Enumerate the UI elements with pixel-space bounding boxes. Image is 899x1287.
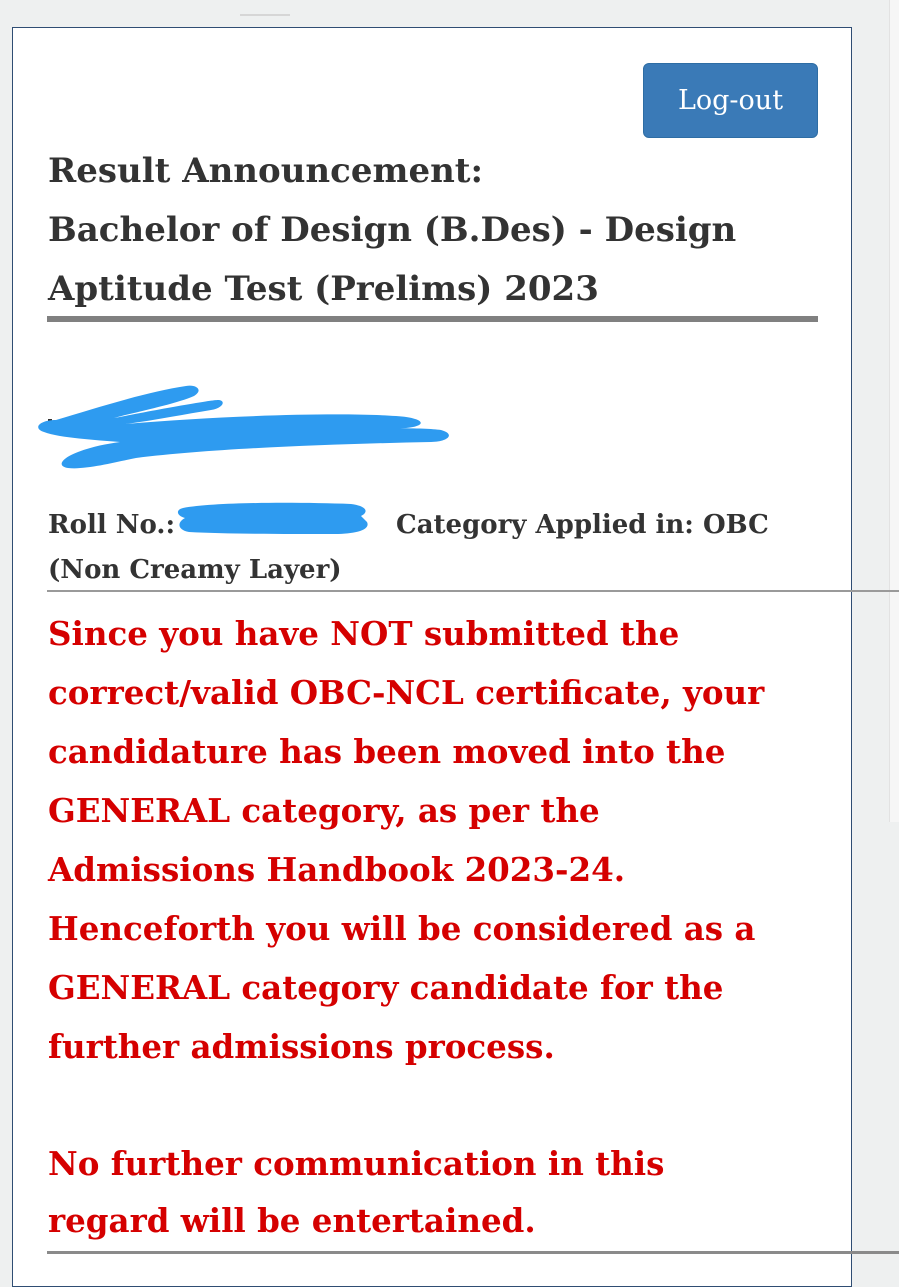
category-change-notice: Since you have NOT submitted the correct…: [48, 604, 848, 1076]
notice-line: Henceforth you will be considered as a: [48, 909, 756, 948]
notice-line: further admissions process.: [48, 1027, 555, 1066]
title-line: Result Announcement:: [48, 151, 484, 191]
info-divider: [47, 590, 899, 592]
roll-number-redaction: [177, 502, 368, 534]
closing-line: No further communication in this: [48, 1144, 665, 1183]
closing-notice: No further communication in this regard …: [48, 1135, 848, 1249]
scrollbar-track[interactable]: [889, 0, 899, 822]
notice-line: Admissions Handbook 2023-24.: [48, 850, 626, 889]
result-title: Result Announcement: Bachelor of Design …: [48, 142, 828, 319]
title-line: Bachelor of Design (B.Des) - Design: [48, 210, 737, 250]
candidate-name-redaction: [38, 385, 449, 469]
title-divider: [47, 316, 818, 322]
title-line: Aptitude Test (Prelims) 2023: [48, 269, 599, 309]
notice-line: correct/valid OBC-NCL certificate, your: [48, 673, 765, 712]
notice-line: Since you have NOT submitted the: [48, 614, 680, 653]
notice-line: GENERAL category candidate for the: [48, 968, 724, 1007]
top-edge-mark: [240, 14, 290, 16]
bottom-divider: [47, 1251, 899, 1254]
closing-line: regard will be entertained.: [48, 1201, 536, 1240]
category-label: Category Applied in: OBC: [396, 510, 769, 540]
roll-number-label: Roll No.:: [48, 510, 176, 540]
notice-line: candidature has been moved into the: [48, 732, 726, 771]
category-continued: (Non Creamy Layer): [48, 555, 342, 585]
logout-button[interactable]: Log-out: [643, 63, 818, 138]
notice-line: GENERAL category, as per the: [48, 791, 600, 830]
